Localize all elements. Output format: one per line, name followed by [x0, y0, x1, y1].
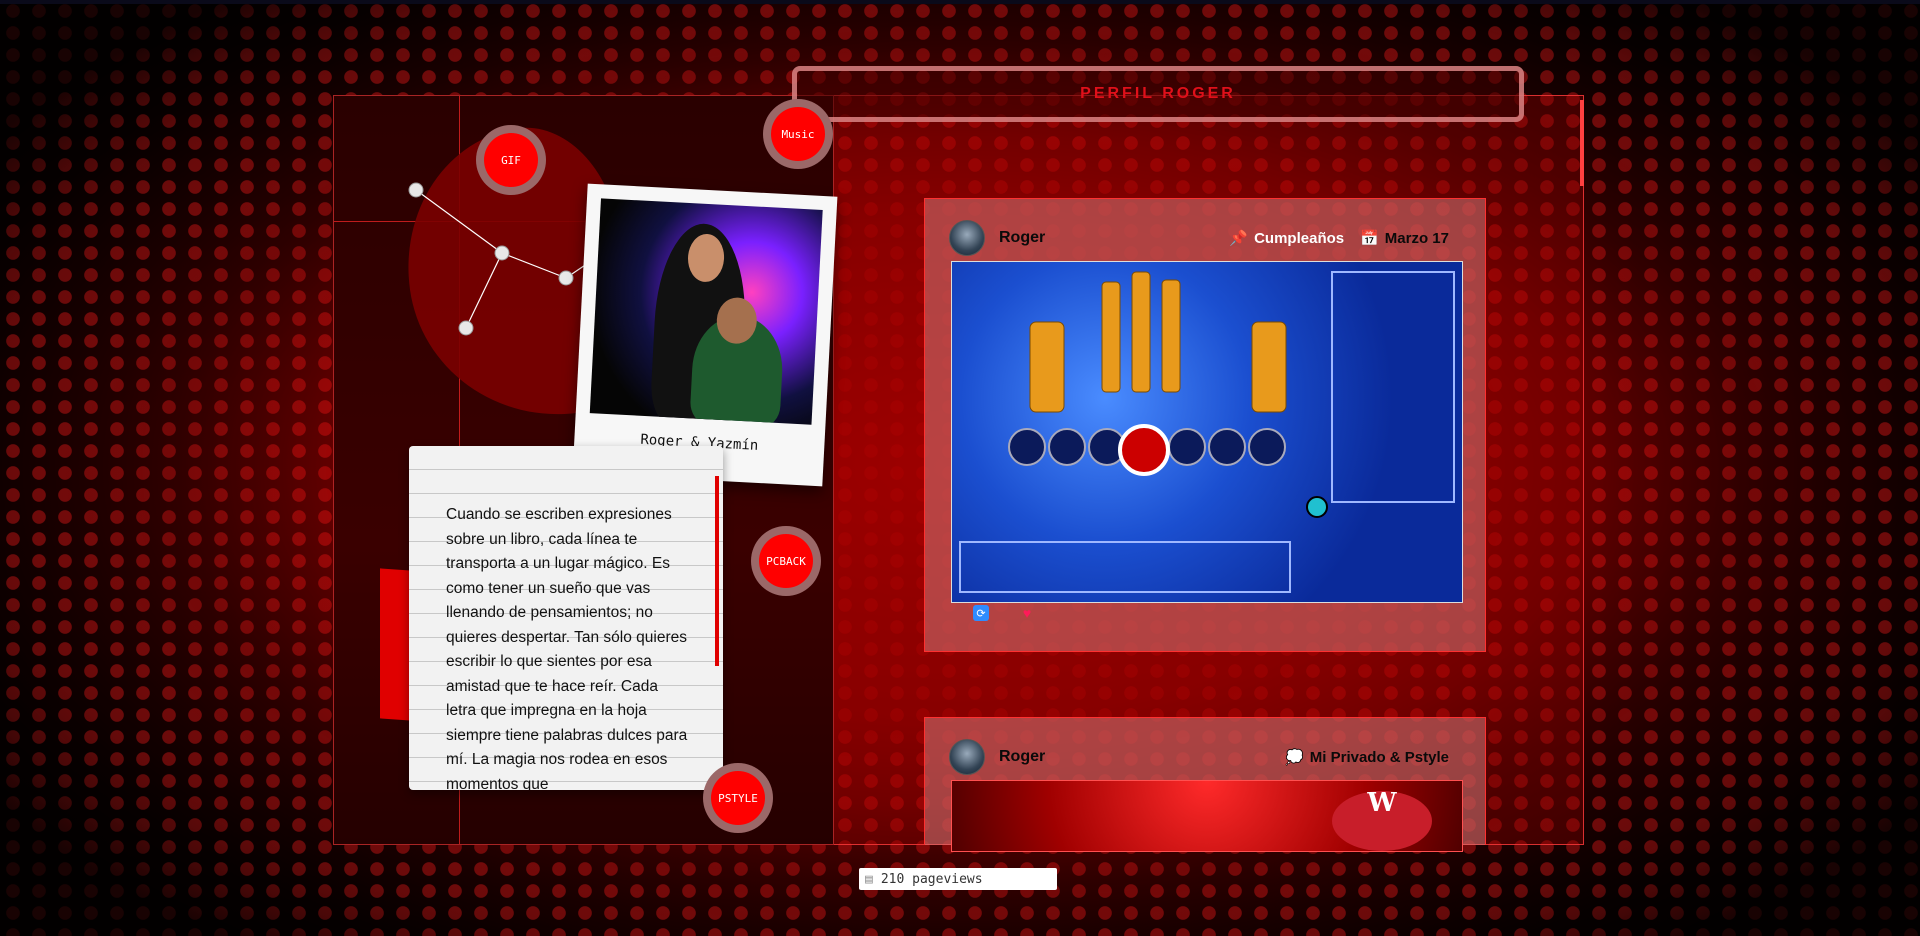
couple-photo [589, 198, 823, 425]
notebook-text: Cuando se escriben expresiones sobre un … [446, 506, 688, 790]
svg-text:W: W [1366, 788, 1397, 818]
post-date: 📅 Marzo 17 [1360, 229, 1449, 248]
birthday-image[interactable] [951, 261, 1463, 603]
pin-icon: 📌 [1229, 230, 1249, 247]
reblog-icon[interactable]: ⟳ [973, 605, 989, 621]
post-card: Roger 📌 Cumpleaños 📅 Marzo 17 ⟳ ♥ [924, 198, 1486, 652]
chart-icon: ▤ [865, 871, 873, 887]
polaroid-photo: Roger & Yazmín [572, 183, 838, 487]
post-date-label: Marzo 17 [1384, 229, 1449, 247]
post-author[interactable]: Roger [999, 229, 1045, 247]
music-button[interactable]: Music [763, 99, 833, 169]
title-box: PERFIL ROGER [792, 66, 1524, 122]
accent-edge [1580, 100, 1584, 186]
post-image[interactable]: W [951, 780, 1463, 852]
top-strip [0, 0, 1920, 4]
pcback-button[interactable]: PCBACK [751, 526, 821, 596]
gif-button[interactable]: GIF [476, 125, 546, 195]
post-author[interactable]: Roger [999, 748, 1045, 766]
pageview-counter: ▤ 210 pageviews [859, 868, 1057, 890]
pstyle-button[interactable]: PSTYLE [703, 763, 773, 833]
pageview-count: 210 pageviews [880, 871, 983, 887]
heart-icon[interactable]: ♥ [1019, 605, 1035, 621]
post-tag[interactable]: 💭 Mi Privado & Pstyle [1285, 748, 1449, 767]
post-header: Roger 📌 Cumpleaños 📅 Marzo 17 [949, 220, 1449, 256]
page-title: PERFIL ROGER [1080, 85, 1236, 102]
speech-bubble-icon: 💭 [1285, 749, 1304, 766]
post-actions: ⟳ ♥ [973, 605, 1035, 621]
avatar[interactable] [949, 739, 985, 775]
post-tag[interactable]: 📌 Cumpleaños [1229, 229, 1345, 248]
notebook-scrollbar[interactable] [715, 476, 719, 666]
post-card: Roger 💭 Mi Privado & Pstyle W [924, 717, 1486, 852]
post-tag-label: Cumpleaños [1254, 229, 1345, 247]
calendar-icon: 📅 [1360, 230, 1379, 247]
avatar[interactable] [949, 220, 985, 256]
post-tag-label: Mi Privado & Pstyle [1309, 748, 1449, 766]
notebook-text-box[interactable]: Cuando se escriben expresiones sobre un … [409, 446, 723, 790]
post-header: Roger 💭 Mi Privado & Pstyle [949, 739, 1449, 775]
birthday-graphic [959, 271, 1455, 593]
post-graphic: W [1332, 788, 1432, 851]
